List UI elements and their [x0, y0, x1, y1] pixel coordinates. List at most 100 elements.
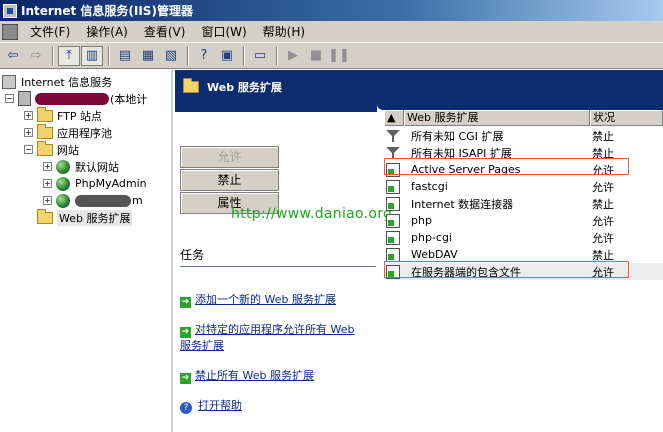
- extension-name: WebDAV: [411, 248, 458, 261]
- column-header-status[interactable]: 状况: [590, 110, 663, 126]
- up-level-icon[interactable]: ⤒: [58, 45, 80, 66]
- menu-file[interactable]: 文件(F): [22, 23, 78, 41]
- tree-item-label: 网站: [57, 143, 79, 157]
- deny-button[interactable]: 禁止: [180, 169, 279, 191]
- task-allow-all-for-app[interactable]: ➜ 对特定的应用程序允许所有 Web 服务扩展: [180, 322, 354, 353]
- extension-status: 禁止: [592, 129, 614, 143]
- toolbar: ⇦ ⇨ ⤒ ▥ ▤ ▦ ▧ ? ▣ ▭ ▶ ■ ❚❚: [0, 43, 663, 69]
- extension-status: 允许: [592, 214, 614, 228]
- stop-icon[interactable]: ■: [305, 46, 327, 66]
- green-arrow-icon: ➜: [180, 373, 191, 384]
- tree-server-label: (本地计: [110, 92, 148, 106]
- list-header: ▲ Web 服务扩展 状况: [384, 110, 663, 126]
- tree-item-label: PhpMyAdmin: [75, 177, 147, 190]
- tree-item-default-site[interactable]: + 默认网站: [43, 158, 119, 175]
- task-label-continued: 服务扩展: [180, 339, 224, 352]
- expand-icon[interactable]: +: [24, 128, 33, 137]
- back-arrow-icon[interactable]: ⇦: [2, 46, 24, 66]
- toolbar-separator: [276, 46, 278, 65]
- allow-button[interactable]: 允许: [180, 146, 279, 168]
- list-item[interactable]: php-cgi 允许: [384, 229, 663, 246]
- extension-icon: [386, 230, 400, 245]
- refresh-icon[interactable]: ▦: [137, 46, 159, 66]
- collapse-icon[interactable]: −: [24, 145, 33, 154]
- extension-name: Internet 数据连接器: [411, 197, 514, 211]
- expand-icon[interactable]: +: [43, 179, 52, 188]
- tree-item-third-site[interactable]: + m: [43, 192, 143, 209]
- list-item[interactable]: Internet 数据连接器 禁止: [384, 195, 663, 212]
- green-arrow-icon: ➜: [180, 297, 191, 308]
- properties-icon[interactable]: ▤: [114, 46, 136, 66]
- pause-icon[interactable]: ❚❚: [328, 46, 350, 66]
- task-label: 打开帮助: [198, 399, 242, 412]
- tree-item-label: 应用程序池: [57, 126, 112, 140]
- show-hide-tree-icon[interactable]: ▥: [81, 45, 103, 66]
- tree-item-label: m: [132, 194, 143, 207]
- menu-action[interactable]: 操作(A): [78, 23, 136, 41]
- tree-server[interactable]: − (本地计: [5, 90, 147, 107]
- toolbar-separator: [187, 46, 189, 65]
- tree-item-ftp[interactable]: + FTP 站点: [24, 106, 102, 124]
- toolbar-separator: [52, 46, 54, 65]
- tasks-heading: 任务: [180, 248, 205, 262]
- expand-icon[interactable]: +: [43, 162, 52, 171]
- menu-window[interactable]: 窗口(W): [193, 23, 254, 41]
- console-tree: Internet 信息服务 − (本地计 + FTP 站点 + 应用程序池 − …: [0, 70, 173, 432]
- system-menu-icon[interactable]: [2, 23, 18, 40]
- show-hide-action-pane-icon[interactable]: ▣: [216, 46, 238, 66]
- task-add-new-extension[interactable]: ➜ 添加一个新的 Web 服务扩展: [180, 292, 336, 308]
- collapse-icon[interactable]: −: [5, 94, 14, 103]
- forward-arrow-icon[interactable]: ⇨: [25, 46, 47, 66]
- task-deny-all[interactable]: ➜ 禁止所有 Web 服务扩展: [180, 368, 314, 384]
- computer-icon[interactable]: ▭: [249, 46, 271, 66]
- toolbar-separator: [243, 46, 245, 65]
- iis-icon: [2, 74, 16, 89]
- filter-icon: [386, 129, 400, 143]
- help-circle-icon: ?: [180, 402, 192, 414]
- extension-icon: [386, 213, 400, 228]
- list-item[interactable]: php 允许: [384, 212, 663, 229]
- column-header-name[interactable]: Web 服务扩展: [404, 110, 590, 126]
- expand-icon[interactable]: +: [43, 196, 52, 205]
- tasks-divider: [180, 266, 376, 267]
- task-open-help[interactable]: ? 打开帮助: [180, 398, 242, 414]
- extension-name: php-cgi: [411, 231, 452, 244]
- tree-item-phpmyadmin[interactable]: + PhpMyAdmin: [43, 175, 147, 192]
- tree-item-label: FTP 站点: [57, 109, 102, 123]
- export-list-icon[interactable]: ▧: [160, 46, 182, 66]
- folder-icon: [37, 208, 53, 224]
- folder-icon: [37, 106, 53, 122]
- highlight-box: [384, 261, 629, 278]
- folder-icon: [37, 140, 53, 156]
- help-icon[interactable]: ?: [193, 46, 215, 66]
- tree-item-label: 默认网站: [75, 160, 119, 174]
- extension-name: php: [411, 214, 432, 227]
- extensions-list: ▲ Web 服务扩展 状况 所有未知 CGI 扩展 禁止 所有未知 ISAPI 扩展…: [384, 110, 663, 280]
- tree-item-websites[interactable]: − 网站: [24, 140, 79, 158]
- menu-bar: 文件(F) 操作(A) 查看(V) 窗口(W) 帮助(H): [0, 21, 663, 43]
- tree-item-apppool[interactable]: + 应用程序池: [24, 123, 112, 141]
- expand-icon[interactable]: +: [24, 111, 33, 120]
- start-icon[interactable]: ▶: [282, 46, 304, 66]
- extension-name: fastcgi: [411, 180, 448, 193]
- redacted-site-name: [75, 194, 131, 207]
- website-globe-icon: [56, 176, 70, 191]
- extension-icon: [386, 179, 400, 194]
- extension-status: 允许: [592, 180, 614, 194]
- extension-icon: [386, 247, 400, 262]
- list-item[interactable]: 所有未知 CGI 扩展 禁止: [384, 127, 663, 144]
- header-band: [175, 104, 377, 112]
- tree-item-web-extensions[interactable]: Web 服务扩展: [37, 208, 133, 226]
- redacted-server-name: [35, 92, 109, 105]
- folder-icon: [37, 123, 53, 139]
- menu-help[interactable]: 帮助(H): [255, 23, 313, 41]
- details-pane: Web 服务扩展 允许 禁止 属性 http://www.daniao.org …: [175, 70, 663, 432]
- list-item[interactable]: fastcgi 允许: [384, 178, 663, 195]
- title-bar: Internet 信息服务(IIS)管理器: [0, 0, 663, 21]
- sort-indicator-icon[interactable]: ▲: [384, 110, 404, 126]
- pane-header: Web 服务扩展: [175, 70, 663, 104]
- menu-view[interactable]: 查看(V): [136, 23, 194, 41]
- task-label: 添加一个新的 Web 服务扩展: [195, 293, 336, 306]
- tree-root[interactable]: Internet 信息服务: [2, 73, 112, 90]
- task-label: 对特定的应用程序允许所有 Web: [195, 323, 355, 336]
